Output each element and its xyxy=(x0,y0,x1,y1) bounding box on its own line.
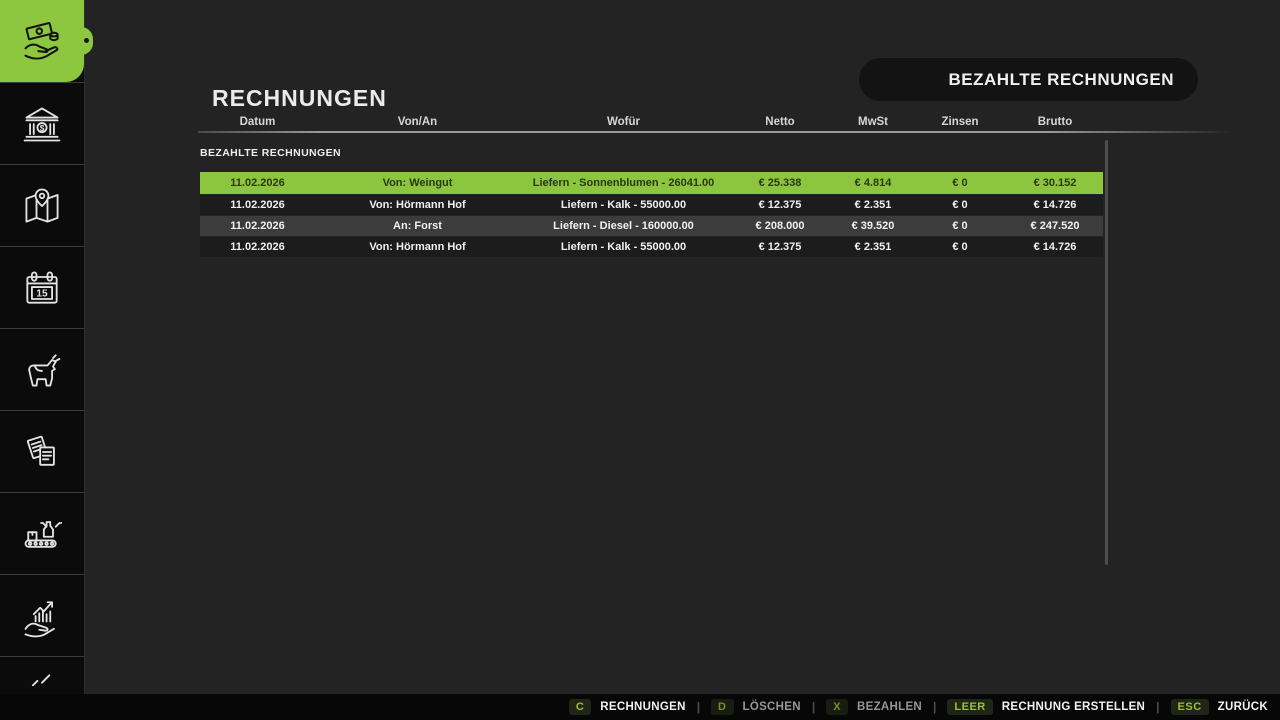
cell-netto: € 12.375 xyxy=(727,237,833,257)
shortcut-label: RECHNUNGEN xyxy=(600,701,685,713)
key-badge-esc: ESC xyxy=(1171,699,1209,715)
invoices-screen: $ 15 xyxy=(0,0,1280,720)
cell-mwst: € 39.520 xyxy=(833,216,913,236)
table-row[interactable]: 11.02.2026 Von: Hörmann Hof Liefern - Ka… xyxy=(200,195,1103,215)
cell-datum: 11.02.2026 xyxy=(200,172,315,194)
cell-netto: € 208.000 xyxy=(727,216,833,236)
main-panel: RECHNUNGEN BEZAHLTE RECHNUNGEN Datum Von… xyxy=(84,0,1280,694)
active-tab-dot xyxy=(84,38,89,43)
cell-wofuer: Liefern - Kalk - 55000.00 xyxy=(520,237,727,257)
cell-netto: € 12.375 xyxy=(727,195,833,215)
column-header-von-an: Von/An xyxy=(315,114,520,130)
column-header-netto: Netto xyxy=(727,114,833,130)
sidebar: $ 15 xyxy=(0,0,85,694)
table-row[interactable]: 11.02.2026 Von: Hörmann Hof Liefern - Ka… xyxy=(200,237,1103,257)
cell-wofuer: Liefern - Diesel - 160000.00 xyxy=(520,216,727,236)
table-row[interactable]: 11.02.2026 An: Forst Liefern - Diesel - … xyxy=(200,216,1103,236)
cell-datum: 11.02.2026 xyxy=(200,195,315,215)
calendar-icon: 15 xyxy=(20,266,64,310)
key-badge-x: X xyxy=(826,699,848,715)
cell-brutto: € 247.520 xyxy=(1007,216,1103,236)
sidebar-item-map[interactable] xyxy=(0,164,84,246)
page-title: RECHNUNGEN xyxy=(212,85,387,112)
table-scrollbar[interactable] xyxy=(1105,140,1108,565)
cell-von-an: Von: Weingut xyxy=(315,172,520,194)
cell-brutto: € 14.726 xyxy=(1007,237,1103,257)
partial-icon xyxy=(20,657,64,686)
column-header-zinsen: Zinsen xyxy=(913,114,1007,130)
shortcut-label: RECHNUNG ERSTELLEN xyxy=(1002,701,1145,713)
sidebar-item-bank[interactable]: $ xyxy=(0,82,84,164)
key-badge-c: C xyxy=(569,699,591,715)
production-icon xyxy=(20,512,64,556)
column-header-brutto: Brutto xyxy=(1007,114,1103,130)
table-row[interactable]: 11.02.2026 Von: Weingut Liefern - Sonnen… xyxy=(200,172,1103,194)
invoice-table: 11.02.2026 Von: Weingut Liefern - Sonnen… xyxy=(200,172,1103,258)
shortcut-label: BEZAHLEN xyxy=(857,701,922,713)
separator xyxy=(1156,700,1159,714)
shortcut-label: ZURÜCK xyxy=(1218,701,1268,713)
sidebar-item-production[interactable] xyxy=(0,492,84,574)
sidebar-item-statistics[interactable] xyxy=(0,574,84,656)
cow-icon xyxy=(20,348,64,392)
sidebar-item-finances[interactable] xyxy=(0,0,84,82)
cell-wofuer: Liefern - Sonnenblumen - 26041.00 xyxy=(520,172,727,194)
cell-datum: 11.02.2026 xyxy=(200,216,315,236)
separator xyxy=(812,700,815,714)
cell-mwst: € 2.351 xyxy=(833,237,913,257)
shortcut-back[interactable]: ESC ZURÜCK xyxy=(1171,699,1268,715)
column-header-datum: Datum xyxy=(200,114,315,130)
sidebar-item-partial[interactable] xyxy=(0,656,84,686)
column-header-wofuer: Wofür xyxy=(520,114,727,130)
shortcut-label: LÖSCHEN xyxy=(743,701,801,713)
cell-zinsen: € 0 xyxy=(913,216,1007,236)
map-icon xyxy=(20,184,64,228)
cell-brutto: € 14.726 xyxy=(1007,195,1103,215)
cell-mwst: € 4.814 xyxy=(833,172,913,194)
section-label: BEZAHLTE RECHNUNGEN xyxy=(200,147,341,159)
separator xyxy=(933,700,936,714)
money-hand-icon xyxy=(20,19,64,63)
documents-icon xyxy=(20,430,64,474)
bank-icon: $ xyxy=(20,102,64,146)
cell-von-an: Von: Hörmann Hof xyxy=(315,195,520,215)
cell-brutto: € 30.152 xyxy=(1007,172,1103,194)
chart-hand-icon xyxy=(20,594,64,638)
cell-zinsen: € 0 xyxy=(913,195,1007,215)
calendar-day-label: 15 xyxy=(36,288,48,299)
cell-zinsen: € 0 xyxy=(913,237,1007,257)
cell-netto: € 25.338 xyxy=(727,172,833,194)
header-divider xyxy=(198,131,1234,133)
column-header-mwst: MwSt xyxy=(833,114,913,130)
shortcut-invoices[interactable]: C RECHNUNGEN xyxy=(569,699,686,715)
table-header-row: Datum Von/An Wofür Netto MwSt Zinsen Bru… xyxy=(200,114,1103,130)
key-badge-d: D xyxy=(711,699,733,715)
sidebar-item-animals[interactable] xyxy=(0,328,84,410)
paid-invoices-button[interactable]: BEZAHLTE RECHNUNGEN xyxy=(859,58,1198,101)
cell-wofuer: Liefern - Kalk - 55000.00 xyxy=(520,195,727,215)
dollar-symbol: $ xyxy=(40,123,45,132)
cell-zinsen: € 0 xyxy=(913,172,1007,194)
cell-datum: 11.02.2026 xyxy=(200,237,315,257)
shortcut-create-invoice[interactable]: LEER RECHNUNG ERSTELLEN xyxy=(947,699,1145,715)
cell-von-an: Von: Hörmann Hof xyxy=(315,237,520,257)
shortcut-bar: C RECHNUNGEN D LÖSCHEN X BEZAHLEN LEER R… xyxy=(0,694,1280,720)
shortcut-pay[interactable]: X BEZAHLEN xyxy=(826,699,922,715)
separator xyxy=(697,700,700,714)
sidebar-item-calendar[interactable]: 15 xyxy=(0,246,84,328)
shortcut-delete[interactable]: D LÖSCHEN xyxy=(711,699,801,715)
key-badge-space: LEER xyxy=(947,699,992,715)
cell-mwst: € 2.351 xyxy=(833,195,913,215)
sidebar-item-contracts[interactable] xyxy=(0,410,84,492)
cell-von-an: An: Forst xyxy=(315,216,520,236)
